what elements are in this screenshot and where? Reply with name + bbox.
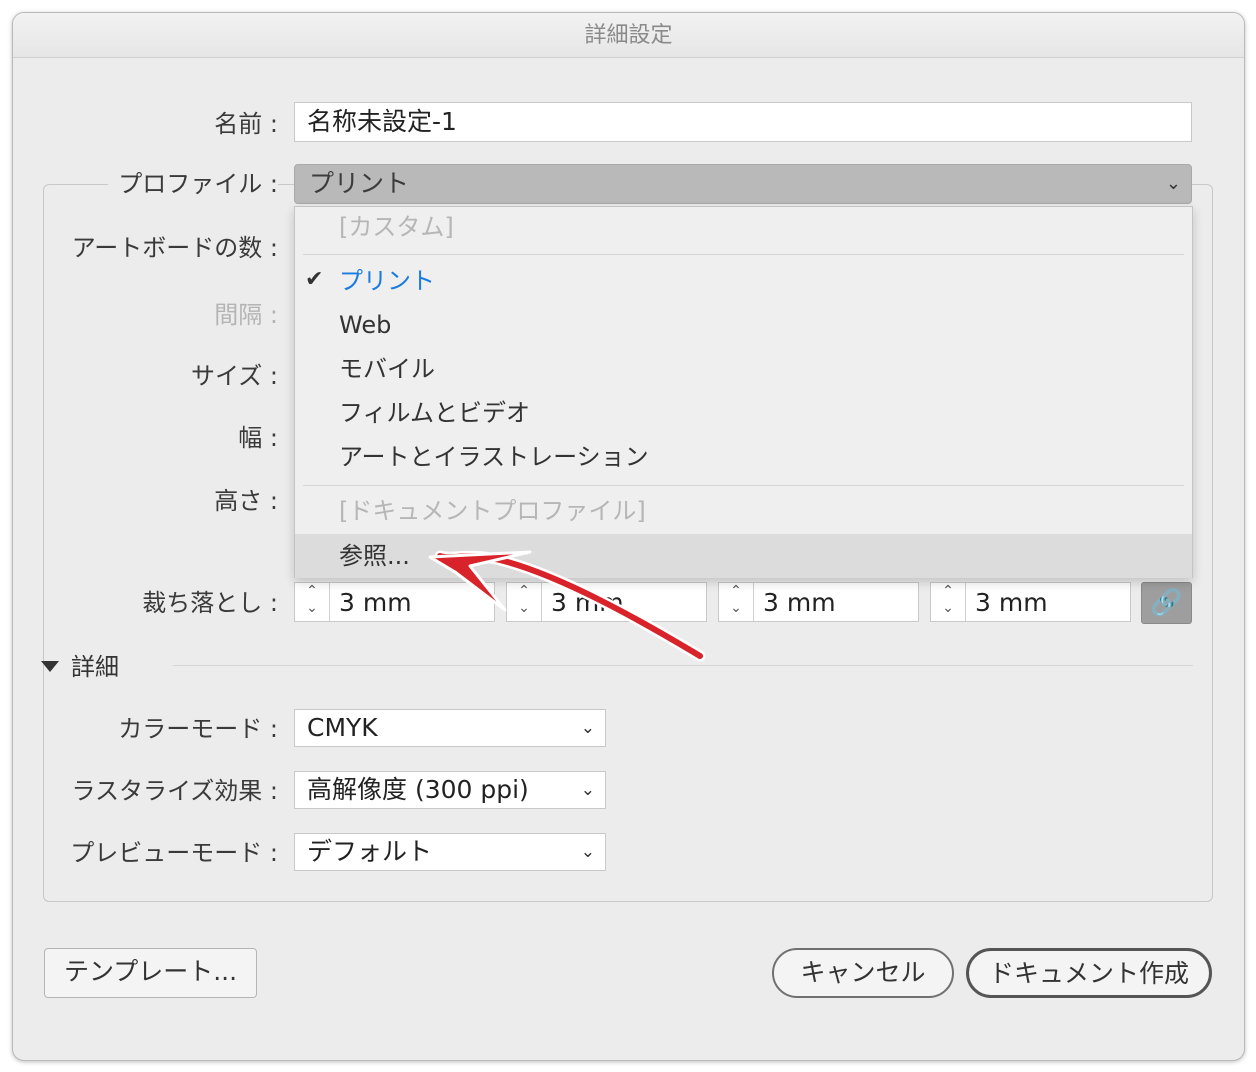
name-label: 名前 : [214, 110, 278, 138]
bleed-right-stepper[interactable]: ⌃ ⌄ 3 mm [930, 582, 1131, 622]
stepper-arrows-icon[interactable]: ⌃ ⌄ [295, 583, 330, 621]
preview-mode-label: プレビューモード : [70, 839, 278, 867]
color-mode-value: CMYK [307, 713, 378, 742]
stepper-arrows-icon[interactable]: ⌃ ⌄ [719, 583, 754, 621]
chevron-down-icon: ⌄ [580, 842, 595, 862]
profile-dropdown-menu: [カスタム] ✔ プリント Web モバイル フィルムとビデオ アートとイラスト… [294, 206, 1193, 578]
width-label: 幅 : [238, 424, 278, 452]
advanced-section-toggle[interactable]: 詳細 [41, 651, 119, 683]
menu-separator [303, 254, 1184, 255]
section-divider [173, 665, 1193, 666]
menu-item-mobile[interactable]: モバイル [339, 353, 435, 385]
color-mode-label: カラーモード : [118, 715, 278, 743]
spacing-label: 間隔 : [214, 301, 278, 329]
raster-effects-label: ラスタライズ効果 : [71, 777, 278, 805]
menu-item-document-profiles: [ドキュメントプロファイル] [339, 497, 646, 525]
menu-item-browse[interactable]: 参照... [339, 540, 410, 572]
dialog-title: 詳細設定 [13, 13, 1244, 58]
disclosure-triangle-icon [41, 661, 59, 672]
cancel-button[interactable]: キャンセル [772, 948, 954, 998]
chevron-down-icon: ⌄ [580, 718, 595, 738]
menu-item-film-video[interactable]: フィルムとビデオ [339, 397, 530, 429]
chevron-down-icon: ⌄ [1165, 173, 1181, 194]
advanced-heading: 詳細 [71, 653, 119, 681]
create-document-button[interactable]: ドキュメント作成 [966, 948, 1212, 998]
raster-effects-value: 高解像度 (300 ppi) [307, 775, 529, 804]
bleed-right-value[interactable]: 3 mm [975, 583, 1048, 623]
bleed-bottom-stepper[interactable]: ⌃ ⌄ 3 mm [506, 582, 707, 622]
chevron-down-icon: ⌄ [580, 780, 595, 800]
preview-mode-value: デフォルト [307, 837, 433, 866]
link-bleed-button[interactable]: 🔗 [1141, 582, 1192, 624]
name-input[interactable]: 名称未設定-1 [294, 102, 1192, 142]
templates-button[interactable]: テンプレート... [44, 948, 257, 998]
menu-item-print[interactable]: プリント [339, 265, 435, 297]
menu-item-art-illustration[interactable]: アートとイラストレーション [339, 441, 649, 473]
bleed-top-value[interactable]: 3 mm [339, 583, 412, 623]
link-icon: 🔗 [1150, 588, 1183, 618]
size-label: サイズ : [191, 362, 278, 390]
raster-effects-select[interactable]: 高解像度 (300 ppi) ⌄ [294, 771, 606, 809]
stepper-arrows-icon[interactable]: ⌃ ⌄ [507, 583, 542, 621]
bleed-left-value[interactable]: 3 mm [763, 583, 836, 623]
height-label: 高さ : [214, 487, 278, 515]
color-mode-select[interactable]: CMYK ⌄ [294, 709, 606, 747]
menu-separator [303, 485, 1184, 486]
profile-select-value: プリント [309, 169, 410, 198]
profile-select[interactable]: プリント ⌄ [294, 164, 1192, 204]
preview-mode-select[interactable]: デフォルト ⌄ [294, 833, 606, 871]
checkmark-icon: ✔ [305, 267, 324, 292]
menu-highlight [295, 534, 1192, 578]
bleed-top-stepper[interactable]: ⌃ ⌄ 3 mm [294, 582, 495, 622]
new-document-dialog: 詳細設定 名前 : 名称未設定-1 プロファイル : プリント ⌄ アートボード… [12, 12, 1245, 1061]
bleed-label: 裁ち落とし : [142, 589, 278, 617]
menu-item-web[interactable]: Web [339, 309, 391, 341]
profile-label: プロファイル : [108, 168, 278, 200]
bleed-bottom-value[interactable]: 3 mm [551, 583, 624, 623]
stepper-arrows-icon[interactable]: ⌃ ⌄ [931, 583, 966, 621]
bleed-left-stepper[interactable]: ⌃ ⌄ 3 mm [718, 582, 919, 622]
artboards-label: アートボードの数 : [71, 234, 278, 262]
menu-item-custom: [カスタム] [339, 213, 454, 241]
